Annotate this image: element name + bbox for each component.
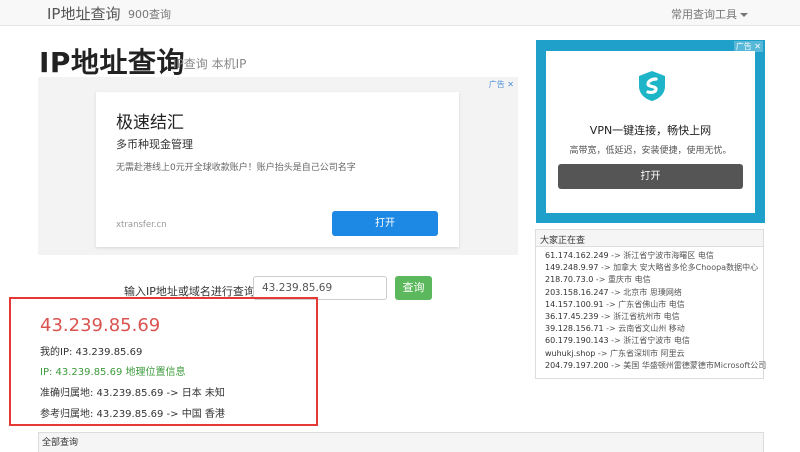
ad-domain: xtransfer.cn bbox=[116, 220, 167, 230]
page-subtitle: IP查询 本机IP bbox=[173, 57, 247, 71]
ad-card[interactable]: 极速结汇 多币种现金管理 无需赴港线上0元开全球收款账户！账户抬头是自己公司名字… bbox=[96, 92, 459, 247]
recent-ip[interactable]: 61.174.162.249 bbox=[545, 251, 609, 260]
ad-banner-left[interactable]: 广告 ✕ 极速结汇 多币种现金管理 无需赴港线上0元开全球收款账户！账户抬头是自… bbox=[38, 77, 518, 255]
recent-location: -> 北京市 思璞网络 bbox=[608, 287, 682, 297]
accurate-location: 准确归属地: 43.239.85.69 -> 日本 未知 bbox=[40, 388, 225, 399]
list-item[interactable]: 203.158.16.247 -> 北京市 思璞网络 bbox=[545, 287, 763, 299]
recent-ip[interactable]: 218.70.73.0 bbox=[545, 275, 593, 284]
recent-ip[interactable]: 60.179.190.143 bbox=[545, 336, 609, 345]
ad-description: 无需赴港线上0元开全球收款账户！账户抬头是自己公司名字 bbox=[116, 163, 356, 173]
ad-open-button[interactable]: 打开 bbox=[332, 211, 438, 236]
recent-ip[interactable]: 14.157.100.91 bbox=[545, 300, 604, 309]
recent-location: -> 广东省深圳市 阿里云 bbox=[595, 348, 685, 358]
list-item[interactable]: 60.179.190.143 -> 浙江省宁波市 电信 bbox=[545, 335, 763, 347]
page-title: IP地址查询 bbox=[39, 46, 185, 79]
list-item[interactable]: 61.174.162.249 -> 浙江省宁波市海曙区 电信 bbox=[545, 250, 763, 262]
vpn-ad-description: 高带宽，低延迟，安装便捷，使用无忧。 bbox=[569, 146, 732, 156]
vpn-ad-title: VPN一键连接，畅快上网 bbox=[589, 124, 712, 137]
ad-subheadline: 多币种现金管理 bbox=[116, 138, 193, 151]
recent-location: -> 美国 华盛顿州雷德蒙德市Microsoft公司 bbox=[608, 360, 767, 370]
all-queries-panel: 全部查询 bbox=[38, 432, 764, 452]
ad-headline: 极速结汇 bbox=[116, 113, 184, 133]
recent-ip[interactable]: 36.17.45.239 bbox=[545, 312, 598, 321]
recent-ip[interactable]: 204.79.197.200 bbox=[545, 361, 609, 370]
recent-location: -> 浙江省杭州市 电信 bbox=[598, 311, 680, 321]
result-ip: 43.239.85.69 bbox=[40, 315, 161, 336]
recent-location: -> 浙江省宁波市 电信 bbox=[608, 336, 690, 346]
result-box: 43.239.85.69 我的IP: 43.239.85.69 IP: 43.2… bbox=[9, 297, 318, 426]
list-item[interactable]: 14.157.100.91 -> 广东省佛山市 电信 bbox=[545, 299, 763, 311]
geo-info-link[interactable]: IP: 43.239.85.69 地理位置信息 bbox=[40, 363, 186, 378]
nav-link-900[interactable]: 900查询 bbox=[128, 6, 171, 22]
ad-banner-right[interactable]: 广告 ✕ VPN一键连接，畅快上网 高带宽，低延迟，安装便捷，使用无忧。 打开 bbox=[536, 40, 765, 223]
tools-dropdown[interactable]: 常用查询工具 bbox=[671, 6, 748, 22]
vpn-ad-card[interactable]: VPN一键连接，畅快上网 高带宽，低延迟，安装便捷，使用无忧。 打开 bbox=[546, 51, 755, 213]
brand-link[interactable]: IP地址查询 bbox=[47, 3, 120, 24]
ad-close-icon[interactable]: 广告 ✕ bbox=[489, 79, 514, 90]
list-item[interactable]: 39.128.156.71 -> 云南省文山州 移动 bbox=[545, 323, 763, 335]
list-item[interactable]: 149.248.9.97 -> 加拿大 安大略省多伦多Choopa数据中心 bbox=[545, 262, 763, 274]
recent-ip[interactable]: 39.128.156.71 bbox=[545, 324, 604, 333]
list-item[interactable]: 36.17.45.239 -> 浙江省杭州市 电信 bbox=[545, 311, 763, 323]
list-item[interactable]: 204.79.197.200 -> 美国 华盛顿州雷德蒙德市Microsoft公… bbox=[545, 360, 766, 372]
recent-location: -> 广东省佛山市 电信 bbox=[603, 299, 685, 309]
recent-location: -> 浙江省宁波市海曙区 电信 bbox=[608, 251, 714, 260]
caret-down-icon bbox=[740, 13, 748, 17]
shield-logo-icon bbox=[639, 71, 665, 101]
recent-ip[interactable]: 203.158.16.247 bbox=[545, 288, 609, 297]
recent-location: -> 重庆市 电信 bbox=[593, 275, 651, 285]
recent-ip[interactable]: wuhukj.shop bbox=[545, 349, 595, 358]
vpn-ad-open-button[interactable]: 打开 bbox=[558, 164, 743, 189]
recent-queries-panel: 大家正在查 61.174.162.249 -> 浙江省宁波市海曙区 电信 149… bbox=[535, 229, 766, 379]
recent-location: -> 云南省文山州 移动 bbox=[603, 324, 685, 334]
list-item[interactable]: wuhukj.shop -> 广东省深圳市 阿里云 bbox=[545, 348, 763, 360]
list-item[interactable]: 218.70.73.0 -> 重庆市 电信 bbox=[545, 274, 763, 286]
tools-dropdown-label: 常用查询工具 bbox=[671, 8, 737, 21]
recent-location: -> 加拿大 安大略省多伦多Choopa数据中心 bbox=[598, 263, 759, 273]
top-navbar: IP地址查询 900查询 常用查询工具 bbox=[0, 0, 800, 26]
recent-queries-header: 大家正在查 bbox=[536, 230, 763, 247]
recent-queries-list: 61.174.162.249 -> 浙江省宁波市海曙区 电信 149.248.9… bbox=[536, 247, 766, 372]
my-ip-text: 我的IP: 43.239.85.69 bbox=[40, 347, 143, 358]
recent-ip[interactable]: 149.248.9.97 bbox=[545, 263, 598, 272]
reference-location: 参考归属地: 43.239.85.69 -> 中国 香港 bbox=[40, 409, 225, 420]
query-button[interactable]: 查询 bbox=[395, 276, 432, 300]
